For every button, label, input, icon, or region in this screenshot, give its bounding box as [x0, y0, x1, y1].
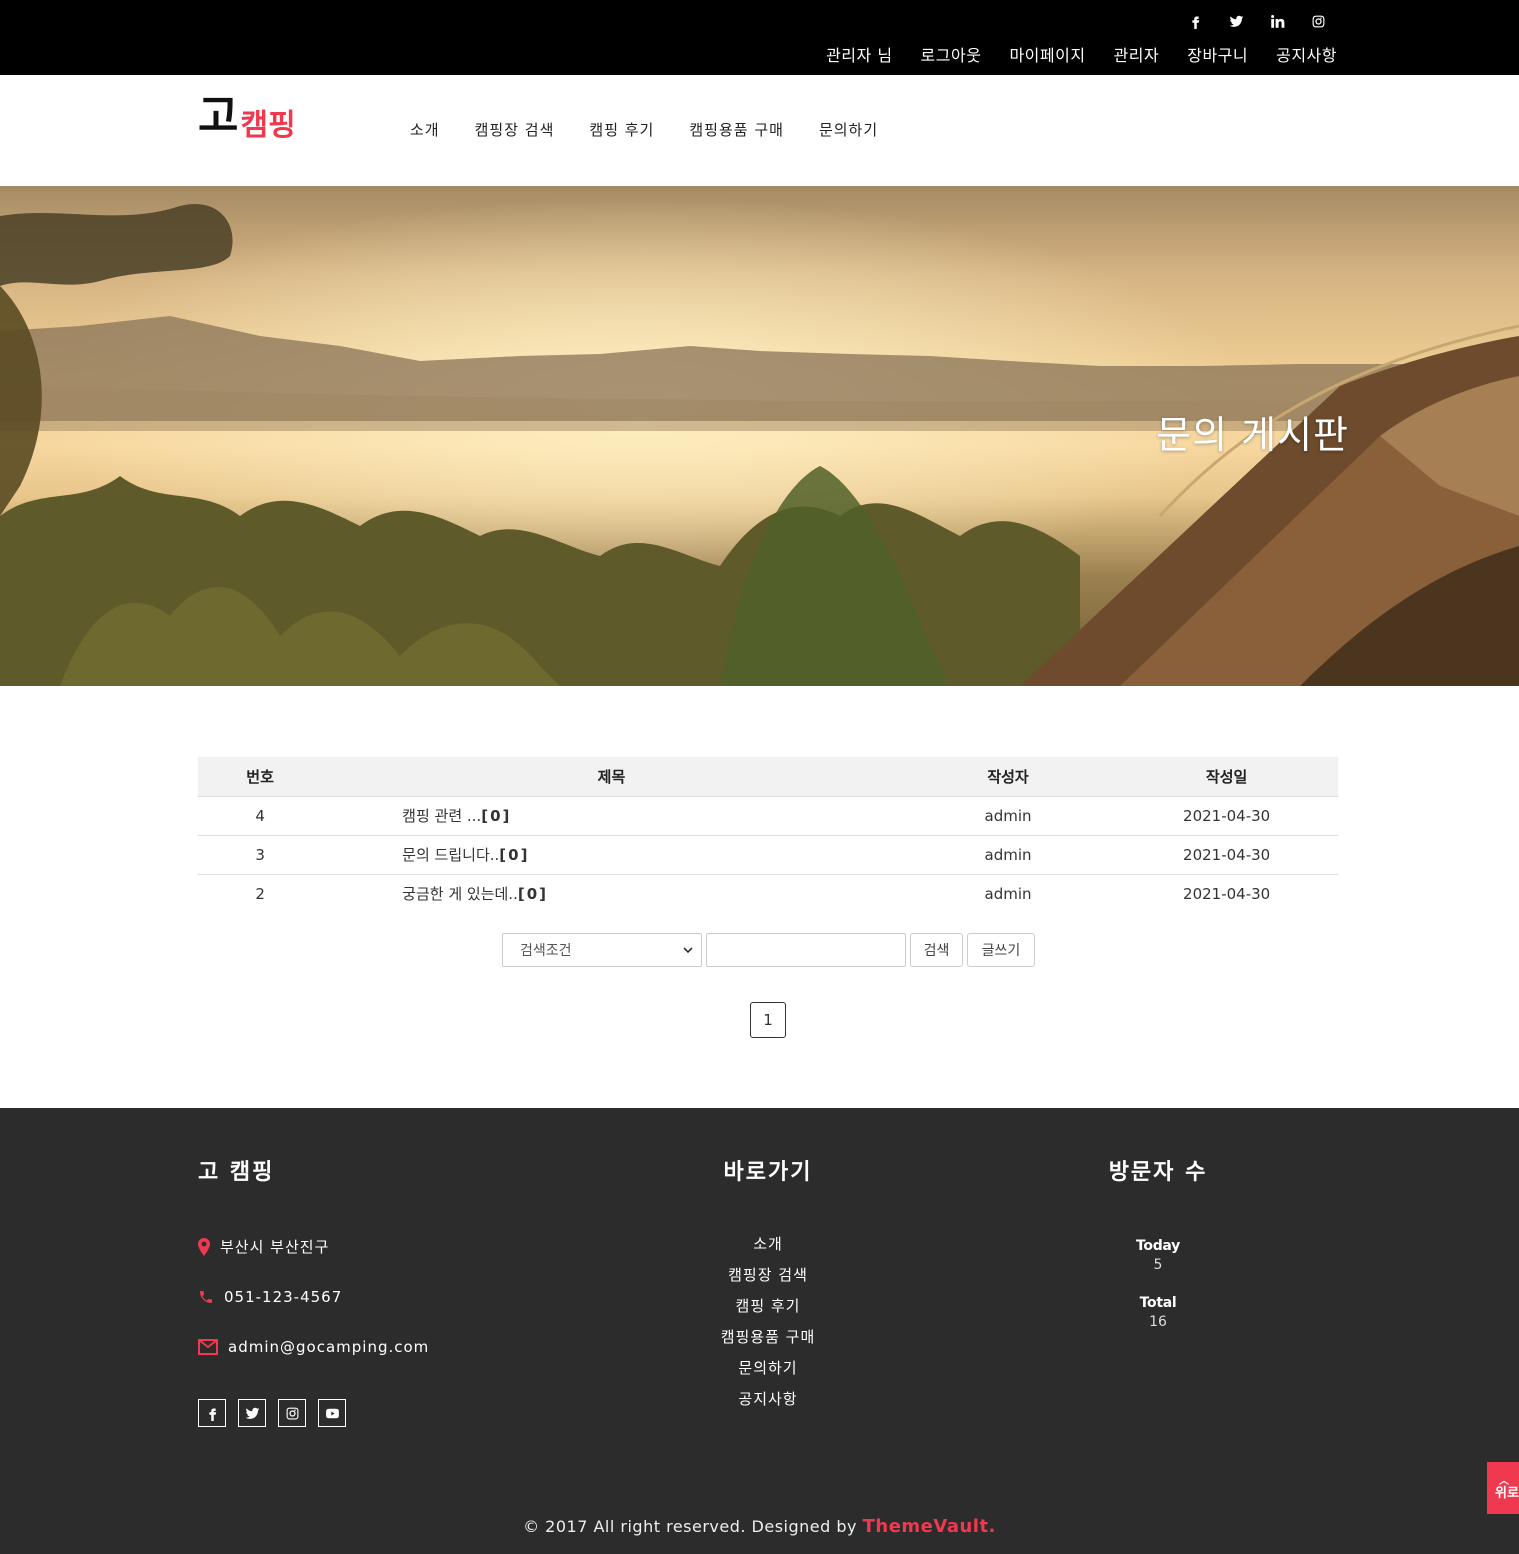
column-header-title: 제목 [322, 757, 901, 797]
pagination-page-1[interactable]: 1 [750, 1002, 786, 1038]
table-row: 4 캠핑 관련 ...[0] admin 2021-04-30 [198, 796, 1338, 836]
copyright-text: © 2017 All right reserved. Designed by [523, 1517, 858, 1536]
youtube-icon[interactable] [318, 1399, 346, 1427]
today-count: 5 [1153, 1257, 1163, 1273]
visitor-stats: Today 5 Total 16 [1108, 1238, 1208, 1330]
footer-email: admin@gocamping.com [198, 1338, 429, 1356]
footer-link-reviews[interactable]: 캠핑 후기 [668, 1296, 868, 1327]
footer-visitors-title: 방문자 수 [1108, 1160, 1208, 1185]
row-number: 4 [198, 796, 323, 836]
copyright: © 2017 All right reserved. Designed by T… [0, 1516, 1519, 1537]
footer-brand-title: 고 캠핑 [198, 1160, 275, 1185]
twitter-icon[interactable] [1216, 10, 1257, 32]
write-post-button[interactable]: 글쓰기 [967, 933, 1035, 967]
footer-quick-links: 소개 캠핑장 검색 캠핑 후기 캠핑용품 구매 문의하기 공지사항 [668, 1234, 868, 1420]
search-button[interactable]: 검색 [910, 933, 963, 967]
designer-link[interactable]: ThemeVault. [863, 1516, 996, 1537]
user-nav: 관리자 님 로그아웃 마이페이지 관리자 장바구니 공지사항 [826, 42, 1337, 66]
row-title-text: 문의 드립니다.. [402, 846, 500, 864]
search-condition-value: 검색조건 [520, 943, 572, 959]
logout-link[interactable]: 로그아웃 [921, 42, 982, 66]
footer-email-link[interactable]: admin@gocamping.com [228, 1338, 429, 1356]
back-to-top-label: 위로 [1495, 1486, 1519, 1501]
table-row: 3 문의 드립니다..[0] admin 2021-04-30 [198, 835, 1338, 875]
twitter-icon[interactable] [238, 1399, 266, 1427]
row-comment-count: [0] [517, 885, 549, 904]
hero-banner: 문의 게시판 [0, 186, 1519, 686]
search-input[interactable] [706, 933, 906, 967]
hero-title: 문의 게시판 [1156, 413, 1349, 457]
row-number: 3 [198, 835, 323, 875]
facebook-icon[interactable] [198, 1399, 226, 1427]
footer-link-notice[interactable]: 공지사항 [668, 1389, 868, 1420]
inquiry-board-table: 번호 제목 작성자 작성일 4 캠핑 관련 ...[0] admin 2021-… [198, 757, 1338, 913]
today-label: Today [1136, 1238, 1180, 1254]
top-bar: 관리자 님 로그아웃 마이페이지 관리자 장바구니 공지사항 [0, 0, 1519, 75]
row-comment-count: [0] [499, 846, 530, 864]
table-row: 2 궁금한 게 있는데..[0] admin 2021-04-30 [198, 874, 1338, 913]
footer-link-inquiry[interactable]: 문의하기 [668, 1358, 868, 1389]
user-greeting-link[interactable]: 관리자 님 [826, 42, 892, 66]
row-title-link[interactable]: 캠핑 관련 ...[0] [322, 796, 901, 836]
site-logo[interactable]: 고 캠핑 [198, 91, 296, 143]
footer-link-campsite-search[interactable]: 캠핑장 검색 [668, 1265, 868, 1296]
instagram-icon[interactable] [1298, 10, 1339, 32]
nav-inquiry[interactable]: 문의하기 [819, 119, 878, 140]
footer-links-title: 바로가기 [723, 1160, 813, 1185]
row-author: admin [900, 835, 1116, 875]
logo-main-text: 고 [198, 91, 239, 142]
site-header: 고 캠핑 소개 캠핑장 검색 캠핑 후기 캠핑용품 구매 문의하기 [0, 75, 1519, 186]
mypage-link[interactable]: 마이페이지 [1009, 42, 1085, 66]
back-to-top-button[interactable]: ︿ 위로 [1487, 1462, 1519, 1514]
row-date: 2021-04-30 [1115, 796, 1338, 836]
footer-phone-text: 051-123-4567 [224, 1288, 343, 1306]
total-count: 16 [1149, 1314, 1167, 1330]
admin-link[interactable]: 관리자 [1114, 42, 1160, 66]
row-title-text: 캠핑 관련 ... [402, 807, 482, 825]
nav-about[interactable]: 소개 [410, 119, 440, 140]
phone-icon [200, 1291, 212, 1303]
row-title-link[interactable]: 문의 드립니다..[0] [322, 835, 901, 875]
footer-address-text: 부산시 부산진구 [220, 1238, 330, 1256]
footer-link-about[interactable]: 소개 [668, 1234, 868, 1265]
footer-address: 부산시 부산진구 [198, 1236, 329, 1257]
nav-campsite-search[interactable]: 캠핑장 검색 [475, 119, 555, 140]
row-number: 2 [255, 884, 265, 903]
cart-link[interactable]: 장바구니 [1187, 42, 1248, 66]
column-header-author: 작성자 [900, 757, 1116, 797]
nav-camping-reviews[interactable]: 캠핑 후기 [589, 119, 654, 140]
notice-link[interactable]: 공지사항 [1276, 42, 1337, 66]
column-header-number: 번호 [198, 757, 323, 797]
row-title-link[interactable]: 궁금한 게 있는데..[0] [322, 874, 901, 913]
row-author: admin [900, 796, 1116, 836]
site-footer: 고 캠핑 부산시 부산진구 051-123-4567 admin@gocampi… [0, 1108, 1519, 1554]
linkedin-icon[interactable] [1257, 10, 1298, 32]
footer-phone: 051-123-4567 [198, 1288, 342, 1306]
nav-camping-shop[interactable]: 캠핑용품 구매 [689, 119, 784, 140]
row-comment-count: [0] [481, 807, 512, 825]
envelope-icon [198, 1339, 218, 1355]
row-title-text: 궁금한 게 있는데.. [402, 885, 518, 904]
facebook-icon[interactable] [1175, 10, 1216, 32]
footer-link-shop[interactable]: 캠핑용품 구매 [668, 1327, 868, 1358]
search-condition-select[interactable]: 검색조건 [502, 933, 702, 967]
total-label: Total [1139, 1295, 1177, 1311]
chevron-down-icon [683, 947, 693, 954]
row-date: 2021-04-30 [1115, 835, 1338, 875]
row-date: 2021-04-30 [1183, 884, 1271, 903]
instagram-icon[interactable] [278, 1399, 306, 1427]
top-social-links [1175, 10, 1339, 32]
logo-sub-text: 캠핑 [240, 108, 296, 143]
board-search-bar: 검색조건 검색 글쓰기 [502, 933, 1035, 967]
footer-social-links [198, 1399, 346, 1427]
row-author: admin [984, 884, 1032, 903]
main-nav: 소개 캠핑장 검색 캠핑 후기 캠핑용품 구매 문의하기 [410, 119, 878, 140]
column-header-date: 작성일 [1115, 757, 1338, 797]
table-header-row: 번호 제목 작성자 작성일 [198, 757, 1338, 797]
map-pin-icon [198, 1237, 210, 1256]
